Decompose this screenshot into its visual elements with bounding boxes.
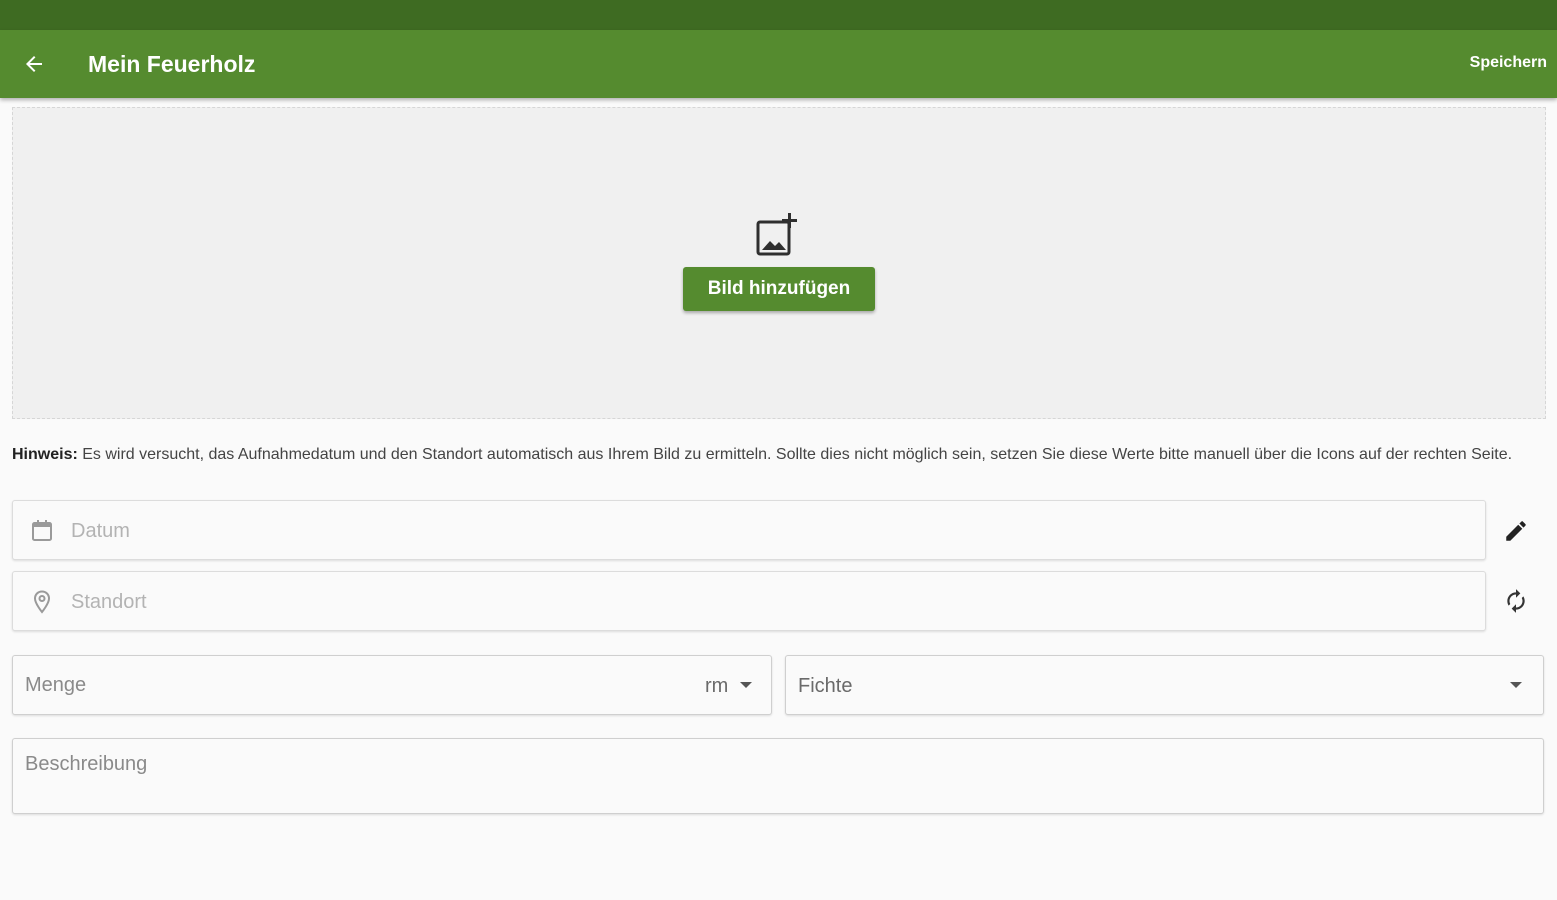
page-title: Mein Feuerholz xyxy=(88,51,256,77)
location-placeholder: Standort xyxy=(71,591,147,613)
wood-chevron-down-icon[interactable] xyxy=(1510,682,1522,688)
date-placeholder: Datum xyxy=(71,520,130,542)
date-field[interactable]: Datum xyxy=(12,500,1486,560)
wood-type-value: Fichte xyxy=(798,675,853,697)
description-label: Beschreibung xyxy=(25,753,148,775)
status-bar xyxy=(0,0,1557,30)
edit-date-button[interactable] xyxy=(1496,511,1536,551)
arrow-back-icon xyxy=(26,56,42,72)
add-image-button[interactable]: Bild hinzufügen xyxy=(683,267,875,311)
calendar-icon xyxy=(32,520,52,541)
save-button[interactable]: Speichern xyxy=(1470,52,1547,74)
location-field[interactable]: Standort xyxy=(12,571,1486,631)
back-button[interactable] xyxy=(14,44,54,84)
hint-text: Hinweis: Es wird versucht, das Aufnahmed… xyxy=(12,443,1532,466)
hint-label: Hinweis: xyxy=(12,446,78,463)
pencil-icon xyxy=(1506,521,1526,541)
refresh-icon xyxy=(1507,589,1525,613)
refresh-location-button[interactable] xyxy=(1496,581,1536,621)
add-photo-icon[interactable] xyxy=(755,213,801,257)
wood-type-select[interactable]: Fichte xyxy=(785,655,1544,715)
amount-field[interactable]: Menge rm xyxy=(12,655,772,715)
hint-body: Es wird versucht, das Aufnahmedatum und … xyxy=(77,446,1513,463)
unit-select[interactable]: rm xyxy=(705,673,728,699)
location-pin-icon xyxy=(33,590,51,614)
app-bar: Mein Feuerholz Speichern xyxy=(0,30,1557,98)
description-field[interactable]: Beschreibung xyxy=(12,738,1544,814)
amount-label: Menge xyxy=(25,674,87,696)
image-drop-area[interactable] xyxy=(12,107,1546,419)
unit-chevron-down-icon[interactable] xyxy=(740,682,752,688)
